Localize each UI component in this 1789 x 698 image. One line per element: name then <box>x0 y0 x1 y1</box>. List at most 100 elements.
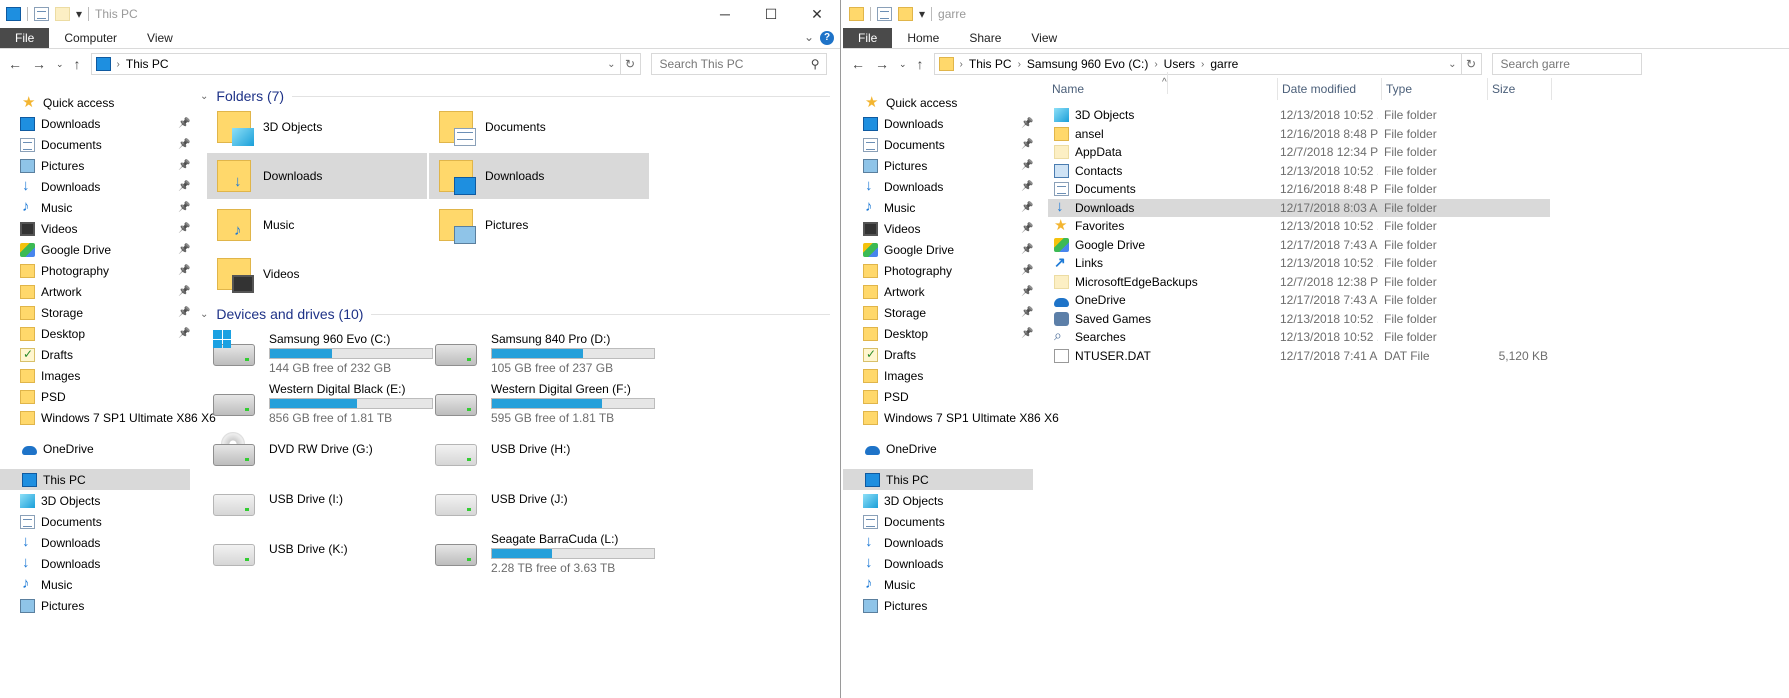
pin-icon[interactable]: 📌 <box>1021 139 1033 150</box>
pin-icon[interactable]: 📌 <box>178 223 190 234</box>
forward-button[interactable]: → <box>875 56 889 72</box>
back-button[interactable]: ← <box>851 56 865 72</box>
nav-item[interactable]: Pictures <box>0 595 190 616</box>
pin-icon[interactable]: 📌 <box>178 307 190 318</box>
file-row[interactable]: Saved Games 12/13/2018 10:52 ... File fold… <box>1048 310 1550 329</box>
search-input[interactable]: Search garre <box>1491 53 1642 75</box>
drive-tile[interactable]: USB Drive (J:) <box>429 480 649 528</box>
column-type[interactable]: Type <box>1382 78 1488 100</box>
close-button[interactable]: ✕ <box>794 0 840 28</box>
pin-icon[interactable]: 📌 <box>1021 244 1033 255</box>
folder-tile[interactable]: Videos <box>207 251 427 297</box>
drive-tile[interactable]: Seagate BarraCuda (L:) 2.28 TB free of 3.… <box>429 530 655 578</box>
file-row[interactable]: OneDrive 12/17/2018 7:43 AM File folder <box>1048 291 1550 310</box>
pin-icon[interactable]: 📌 <box>178 139 190 150</box>
nav-item[interactable]: Storage 📌 <box>843 302 1033 323</box>
nav-item[interactable]: Music 📌 <box>0 197 190 218</box>
column-name[interactable]: Name <box>1048 78 1278 100</box>
file-row[interactable]: AppData 12/7/2018 12:34 PM File folder <box>1048 143 1550 162</box>
address-bar[interactable]: › This PC › Samsung 960 Evo (C:) › Users › … <box>933 53 1482 75</box>
nav-item[interactable]: Images <box>843 365 1033 386</box>
file-row[interactable]: 3D Objects 12/13/2018 10:52 ... File folde… <box>1048 106 1550 125</box>
nav-item[interactable]: Downloads 📌 <box>843 176 1033 197</box>
pin-icon[interactable]: 📌 <box>178 328 190 339</box>
drive-tile[interactable]: Samsung 840 Pro (D:) 105 GB free of 237 G… <box>429 330 655 378</box>
nav-item[interactable]: 3D Objects <box>0 490 190 511</box>
refresh-icon[interactable]: ↻ <box>1460 54 1481 74</box>
nav-item[interactable]: Videos 📌 <box>0 218 190 239</box>
column-date-modified[interactable]: Date modified <box>1278 78 1382 100</box>
back-button[interactable]: ← <box>8 56 22 72</box>
file-row[interactable]: ansel 12/16/2018 8:48 PM File folder <box>1048 125 1550 144</box>
file-row[interactable]: NTUSER.DAT 12/17/2018 7:41 AM DAT File 5,12… <box>1048 347 1550 366</box>
up-button[interactable]: ↑ <box>917 56 924 72</box>
tab-file[interactable]: File <box>0 28 50 48</box>
nav-item[interactable]: Documents 📌 <box>843 134 1033 155</box>
nav-item[interactable]: Artwork 📌 <box>0 281 190 302</box>
address-bar[interactable]: › This PC ⌄ ↻ <box>90 53 641 75</box>
pin-icon[interactable]: 📌 <box>1021 181 1033 192</box>
nav-item[interactable]: Documents <box>0 511 190 532</box>
tab-share[interactable]: Share <box>954 28 1016 48</box>
properties-icon[interactable] <box>34 7 49 21</box>
pin-icon[interactable]: 📌 <box>1021 265 1033 276</box>
refresh-icon[interactable]: ↻ <box>619 54 640 74</box>
file-row[interactable]: Favorites 12/13/2018 10:52 ... File folder <box>1048 217 1550 236</box>
pin-icon[interactable]: 📌 <box>178 265 190 276</box>
nav-item[interactable]: Drafts <box>843 344 1033 365</box>
nav-item[interactable]: OneDrive <box>0 438 190 459</box>
file-row[interactable]: MicrosoftEdgeBackups 12/7/2018 12:38 PM Fi… <box>1048 273 1550 292</box>
new-folder-icon[interactable] <box>55 7 70 21</box>
tab-computer[interactable]: Computer <box>49 28 132 48</box>
pin-icon[interactable]: 📌 <box>1021 307 1033 318</box>
nav-item[interactable]: Music <box>0 574 190 595</box>
recent-locations-icon[interactable]: ⌄ <box>56 59 64 70</box>
nav-item[interactable]: Desktop 📌 <box>843 323 1033 344</box>
column-size[interactable]: Size <box>1488 78 1552 100</box>
drive-tile[interactable]: Western Digital Black (E:) 856 GB free of… <box>207 380 433 428</box>
pin-icon[interactable]: 📌 <box>178 286 190 297</box>
nav-item[interactable]: Google Drive 📌 <box>0 239 190 260</box>
nav-item[interactable]: Storage 📌 <box>0 302 190 323</box>
file-row[interactable]: Downloads 12/17/2018 8:03 AM File folder <box>1048 198 1550 217</box>
folder-tile[interactable]: Music <box>207 202 427 248</box>
drive-tile[interactable]: Samsung 960 Evo (C:) 144 GB free of 232 G… <box>207 330 433 378</box>
folder-tile[interactable]: 3D Objects <box>207 104 427 150</box>
nav-item[interactable]: Windows 7 SP1 Ultimate X86 X6 <box>0 407 216 428</box>
up-button[interactable]: ↑ <box>74 56 81 72</box>
pin-icon[interactable]: 📌 <box>1021 160 1033 171</box>
nav-item[interactable]: Downloads 📌 <box>0 113 190 134</box>
tab-view[interactable]: View <box>1016 28 1072 48</box>
nav-item[interactable]: Drafts <box>0 344 190 365</box>
nav-item[interactable]: Music <box>843 574 1033 595</box>
drive-tile[interactable]: USB Drive (H:) <box>429 430 649 478</box>
breadcrumb-this-pc[interactable]: This PC <box>969 57 1012 71</box>
nav-item[interactable]: Downloads <box>843 532 1033 553</box>
nav-item[interactable]: Downloads 📌 <box>0 176 190 197</box>
drives-group-header[interactable]: ⌄ Devices and drives (10) <box>200 306 830 322</box>
nav-item[interactable]: Pictures 📌 <box>843 155 1033 176</box>
breadcrumb-drive-c[interactable]: Samsung 960 Evo (C:) <box>1027 57 1148 71</box>
breadcrumb-users[interactable]: Users <box>1164 57 1195 71</box>
pin-icon[interactable]: 📌 <box>178 244 190 255</box>
maximize-button[interactable]: ☐ <box>748 0 794 28</box>
address-dropdown-icon[interactable]: ⌄ <box>1448 59 1456 70</box>
nav-item[interactable]: Documents 📌 <box>0 134 190 155</box>
nav-item[interactable]: Photography 📌 <box>0 260 190 281</box>
search-input[interactable]: Search This PC ⚲ <box>650 53 827 75</box>
file-row[interactable]: Searches 12/13/2018 10:52 ... File folder <box>1048 328 1550 347</box>
nav-item[interactable]: Pictures <box>843 595 1033 616</box>
nav-item[interactable]: Desktop 📌 <box>0 323 190 344</box>
file-row[interactable]: Links 12/13/2018 10:52 ... File folder <box>1048 254 1550 273</box>
nav-item[interactable]: Videos 📌 <box>843 218 1033 239</box>
folder-tile[interactable]: Downloads <box>207 153 427 199</box>
drive-tile[interactable]: Western Digital Green (F:) 595 GB free of… <box>429 380 655 428</box>
breadcrumb-this-pc[interactable]: This PC <box>126 57 169 71</box>
customize-qat-icon[interactable]: ▾ <box>919 7 925 21</box>
nav-item[interactable]: Google Drive 📌 <box>843 239 1033 260</box>
customize-qat-icon[interactable]: ▾ <box>76 7 82 21</box>
nav-item[interactable]: Quick access <box>843 92 1033 113</box>
tab-home[interactable]: Home <box>892 28 954 48</box>
nav-item[interactable]: Downloads <box>0 532 190 553</box>
nav-item[interactable]: This PC <box>0 469 190 490</box>
